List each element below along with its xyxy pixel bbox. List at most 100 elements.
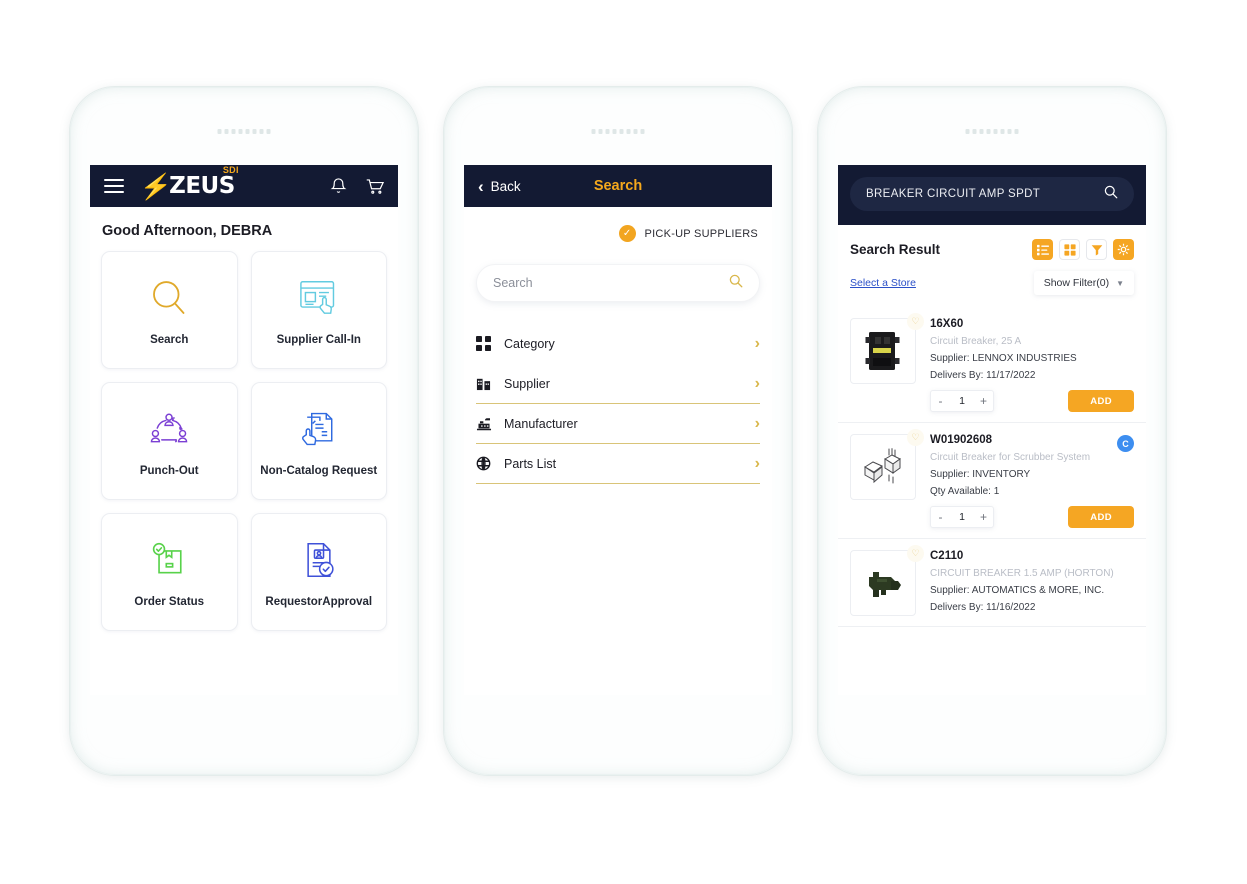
tile-search[interactable]: Search [101,251,238,369]
product-info: W01902608 Circuit Breaker for Scrubber S… [916,434,1134,528]
chevron-right-icon[interactable]: › [755,375,760,393]
status-badge: C [1117,435,1134,452]
search-input[interactable] [866,188,1104,200]
search-screen: ‹ Back Search ✓ PICK-UP SUPPLIERS Search… [464,165,772,695]
tile-label: Punch-Out [139,464,199,477]
quantity-stepper[interactable]: - 1 + [930,506,994,528]
menu-item-label: Supplier [504,376,550,391]
speaker-grille [217,129,271,134]
product-thumbnail[interactable]: ♡ [850,313,924,384]
tile-punch-out[interactable]: Punch-Out [101,382,238,500]
menu-item-supplier[interactable]: Supplier › [476,364,760,404]
product-qty-available: Qty Available: 1 [930,486,1000,497]
results-title: Search Result [850,242,941,257]
results-screen: Search Result [838,165,1146,695]
show-filter-dropdown[interactable]: Show Filter(0) ▼ [1033,271,1134,295]
zeus-logo[interactable]: ⚡ ZEUS SDI [138,165,238,201]
tile-order-status[interactable]: Order Status [101,513,238,631]
grid-squares-icon [476,336,504,351]
product-delivery: Delivers By: 11/16/2022 [930,602,1036,613]
phone-mockup-results: Search Result [817,86,1167,776]
product-info: C2110 CIRCUIT BREAKER 1.5 AMP (HORTON) S… [916,550,1134,616]
quantity-decrease-button[interactable]: - [931,506,950,528]
pickup-suppliers-toggle[interactable]: ✓ PICK-UP SUPPLIERS [464,207,772,242]
menu-item-parts-list[interactable]: Parts List › [476,444,760,484]
chevron-right-icon[interactable]: › [755,335,760,353]
bell-icon[interactable] [330,177,347,195]
quick-action-grid: Search Supplier Call-In Punch-Out Non-Ca… [90,251,398,631]
quantity-increase-button[interactable]: + [974,506,993,528]
magnifier-icon [149,274,189,322]
back-label: Back [490,178,521,194]
pickup-suppliers-label: PICK-UP SUPPLIERS [644,227,758,240]
product-thumbnail[interactable]: ♡ [850,545,924,616]
product-actions: - 1 + ADD [930,506,1134,528]
search-icon[interactable] [729,274,743,293]
factory-icon [476,416,504,431]
chevron-right-icon[interactable]: › [755,455,760,473]
quantity-decrease-button[interactable]: - [931,390,950,412]
tile-label: Order Status [134,595,205,608]
search-field-wrapper[interactable] [850,177,1134,211]
menu-item-label: Category [504,336,555,351]
tile-non-catalog-request[interactable]: Non-Catalog Request [250,382,387,500]
product-actions: - 1 + ADD [930,390,1134,412]
logo-superscript: SDI [222,165,239,175]
document-person-check-icon [300,536,338,584]
product-card[interactable]: ♡ W01902608 Circuit Breaker for Scrubber… [838,423,1146,539]
product-thumbnail[interactable]: ♡ [850,429,924,500]
product-card[interactable]: ♡ 16X60 Circuit Breaker, 25 A Supplier: … [838,307,1146,423]
tile-requestor-approval[interactable]: RequestorApproval [250,513,387,631]
tile-supplier-call-in[interactable]: Supplier Call-In [250,251,387,369]
favorite-icon[interactable]: ♡ [907,313,924,330]
product-supplier: Supplier: INVENTORY [930,469,1031,480]
tile-label: Non-Catalog Request [260,464,378,477]
search-icon[interactable] [1104,185,1118,204]
add-button[interactable]: ADD [1068,390,1134,412]
list-view-button[interactable] [1032,239,1053,260]
documents-hand-icon [299,405,339,453]
product-results-list: ♡ 16X60 Circuit Breaker, 25 A Supplier: … [838,307,1146,627]
gear-icon[interactable] [1113,239,1134,260]
back-button[interactable]: ‹ Back [478,178,521,195]
hamburger-icon[interactable] [104,179,124,193]
favorite-icon[interactable]: ♡ [907,545,924,562]
quantity-stepper[interactable]: - 1 + [930,390,994,412]
favorite-icon[interactable]: ♡ [907,429,924,446]
chevron-right-icon[interactable]: › [755,415,760,433]
product-info: 16X60 Circuit Breaker, 25 A Supplier: LE… [916,318,1134,412]
quantity-value: 1 [959,395,965,407]
filter-button[interactable] [1086,239,1107,260]
results-search-header [838,165,1146,225]
product-description: Circuit Breaker for Scrubber System [930,452,1091,463]
lightning-bolt-icon: ⚡ [138,173,174,201]
box-check-icon [149,536,189,584]
search-input[interactable] [493,276,729,290]
product-card[interactable]: ♡ C2110 CIRCUIT BREAKER 1.5 AMP (HORTON)… [838,539,1146,627]
product-description: Circuit Breaker, 25 A [930,336,1022,347]
phone-mockup-search: ‹ Back Search ✓ PICK-UP SUPPLIERS Search… [443,86,793,776]
window-click-icon [298,274,340,322]
menu-item-manufacturer[interactable]: Manufacturer › [476,404,760,444]
add-button[interactable]: ADD [1068,506,1134,528]
search-field-wrapper[interactable] [476,264,760,302]
tile-label: RequestorApproval [265,595,373,608]
menu-item-label: Manufacturer [504,416,578,431]
menu-item-category[interactable]: Category › [476,324,760,364]
select-store-link[interactable]: Select a Store [850,277,1034,289]
product-delivery: Delivers By: 11/17/2022 [930,370,1036,381]
chevron-down-icon: ▼ [1116,278,1124,288]
check-circle-icon[interactable]: ✓ [618,225,636,242]
show-filter-label: Show Filter(0) [1043,277,1110,289]
home-screen: ⚡ ZEUS SDI Good Afternoon, DEBRA Search … [90,165,398,695]
tile-label: Supplier Call-In [276,333,361,346]
mockup-stage: ⚡ ZEUS SDI Good Afternoon, DEBRA Search … [0,0,1247,884]
cart-icon[interactable] [365,177,384,195]
network-users-icon [148,405,190,453]
grid-view-button[interactable] [1059,239,1080,260]
speaker-grille [591,129,645,134]
quantity-value: 1 [959,511,965,523]
quantity-increase-button[interactable]: + [974,390,993,412]
greeting-text: Good Afternoon, DEBRA [102,223,273,239]
product-description: CIRCUIT BREAKER 1.5 AMP (HORTON) [930,568,1114,579]
